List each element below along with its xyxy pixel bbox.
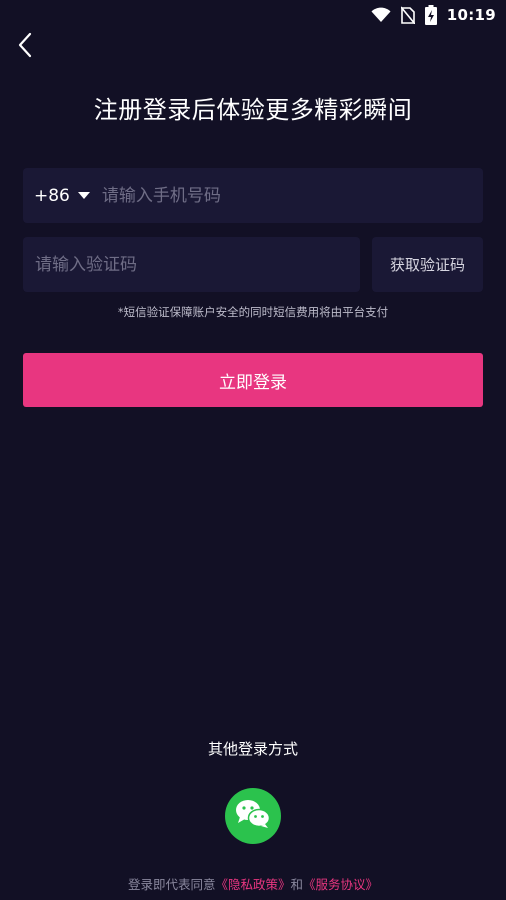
- phone-input[interactable]: [101, 168, 483, 223]
- wechat-login-button[interactable]: [225, 788, 281, 844]
- sms-notice: *短信验证保障账户安全的同时短信费用将由平台支付: [117, 305, 389, 319]
- country-code-selector[interactable]: +86: [23, 168, 102, 223]
- agreement-conjunction: 和: [290, 877, 304, 892]
- login-button[interactable]: 立即登录: [23, 353, 483, 407]
- verification-code-field: [23, 237, 360, 292]
- agreement-text: 登录即代表同意《隐私政策》和《服务协议》: [0, 874, 506, 893]
- privacy-policy-link[interactable]: 《隐私政策》: [215, 877, 290, 892]
- chevron-left-icon: [17, 32, 33, 62]
- phone-field: +86: [23, 168, 483, 223]
- wifi-icon: [371, 7, 391, 23]
- no-sim-icon: [400, 6, 415, 24]
- other-login-label: 其他登录方式: [207, 740, 298, 758]
- back-button[interactable]: [10, 32, 40, 62]
- country-code-label: +86: [34, 185, 70, 206]
- status-bar: 10:19: [0, 0, 506, 30]
- login-screen: 10:19 注册登录后体验更多精彩瞬间 +86 获取验证码 *短信验证保障账户安…: [0, 0, 506, 900]
- battery-charging-icon: [424, 5, 437, 25]
- service-agreement-link[interactable]: 《服务协议》: [303, 877, 378, 892]
- get-code-button[interactable]: 获取验证码: [372, 237, 483, 292]
- page-title: 注册登录后体验更多精彩瞬间: [93, 96, 413, 124]
- wechat-icon: [235, 799, 271, 833]
- caret-down-icon: [77, 192, 90, 199]
- verification-code-input[interactable]: [35, 237, 360, 292]
- agreement-prefix: 登录即代表同意: [127, 877, 216, 892]
- status-icons: 10:19: [371, 4, 496, 26]
- status-time: 10:19: [446, 6, 496, 24]
